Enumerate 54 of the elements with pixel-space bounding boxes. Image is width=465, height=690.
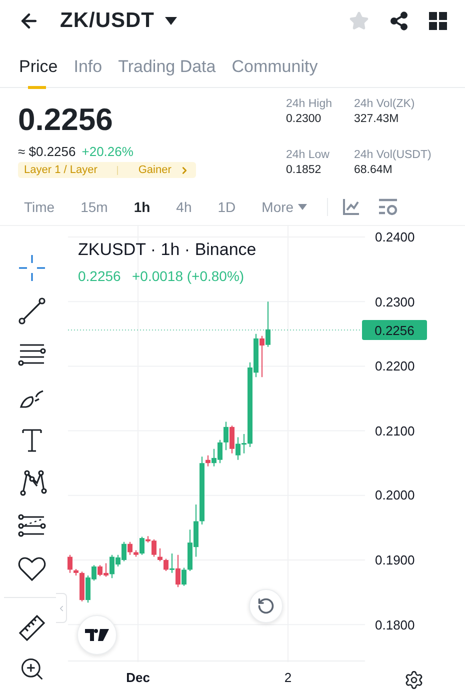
tab[interactable]: Info bbox=[74, 48, 102, 89]
interval-tab[interactable]: Time bbox=[24, 199, 55, 216]
current-price-label: 0.2256 bbox=[362, 320, 427, 340]
stat-value: 0.1852 bbox=[286, 164, 322, 176]
chart-title: ZKUSDT · 1h · Binance bbox=[78, 240, 256, 260]
chart-change: +0.0018 (+0.80%) bbox=[132, 268, 244, 284]
stat-label: 24h Vol(USDT) bbox=[354, 148, 432, 161]
usd-price: ≈ $0.2256 bbox=[18, 144, 76, 160]
time-axis-label: Dec bbox=[126, 670, 150, 685]
logo-button[interactable] bbox=[77, 615, 117, 655]
price-change: +20.26% bbox=[82, 144, 134, 160]
tab[interactable]: Trading Data bbox=[118, 48, 216, 89]
caret-icon bbox=[164, 17, 176, 26]
stat-label: 24h Low bbox=[286, 148, 330, 161]
last-price: 0.2256 bbox=[18, 102, 114, 138]
reset-chart-button[interactable] bbox=[249, 589, 283, 623]
crosshair-icon[interactable] bbox=[17, 252, 47, 282]
stat-value: 0.2300 bbox=[286, 113, 322, 126]
interval-tab[interactable]: More bbox=[262, 199, 307, 216]
chart-quote: 0.2256 bbox=[78, 268, 121, 284]
tag-label: Layer 1 / Layer bbox=[24, 164, 98, 176]
price-axis-label: 0.2000 bbox=[375, 488, 415, 503]
grid-icon[interactable] bbox=[429, 12, 447, 30]
tag-label: Gainer bbox=[138, 164, 172, 176]
reset-icon bbox=[257, 597, 275, 615]
stat-label: 24h High bbox=[286, 98, 334, 110]
tab[interactable]: Community bbox=[232, 48, 318, 89]
interval-tab[interactable]: 1D bbox=[218, 199, 236, 216]
tag-pill[interactable]: Layer 1 / Layer Gainer bbox=[18, 162, 196, 178]
interval-tab[interactable]: 15m bbox=[80, 199, 108, 216]
share-icon[interactable] bbox=[389, 11, 409, 32]
price-axis-label: 0.2100 bbox=[375, 423, 415, 438]
settings-icon[interactable] bbox=[404, 670, 424, 690]
stat-value: 327.43M bbox=[354, 113, 400, 126]
time-axis-label: 2 bbox=[284, 670, 292, 685]
stat-value: 68.64M bbox=[354, 164, 394, 176]
tab[interactable]: Price bbox=[19, 48, 58, 89]
chart-type-icon[interactable] bbox=[342, 198, 360, 216]
price-axis-label: 0.2400 bbox=[375, 230, 415, 244]
trend-line-icon[interactable] bbox=[17, 296, 47, 326]
stat-label: 24h Vol(ZK) bbox=[354, 98, 416, 110]
price-axis-label: 0.2300 bbox=[375, 294, 415, 310]
pattern-icon[interactable] bbox=[17, 468, 47, 498]
logo-icon bbox=[85, 629, 109, 641]
caret-icon bbox=[298, 204, 307, 210]
price-axis-label: 0.1900 bbox=[375, 552, 415, 568]
pair-selector[interactable]: ZK/USDT bbox=[60, 9, 176, 34]
price-axis-label: 0.2200 bbox=[375, 358, 415, 374]
price-axis-label: 0.1800 bbox=[375, 617, 415, 632]
interval-tab[interactable]: 1h bbox=[134, 199, 150, 216]
star-icon[interactable] bbox=[349, 11, 369, 32]
interval-tab[interactable]: 4h bbox=[176, 199, 192, 216]
zoom-in-icon[interactable] bbox=[19, 656, 45, 682]
indicator-settings-icon[interactable] bbox=[378, 198, 398, 216]
